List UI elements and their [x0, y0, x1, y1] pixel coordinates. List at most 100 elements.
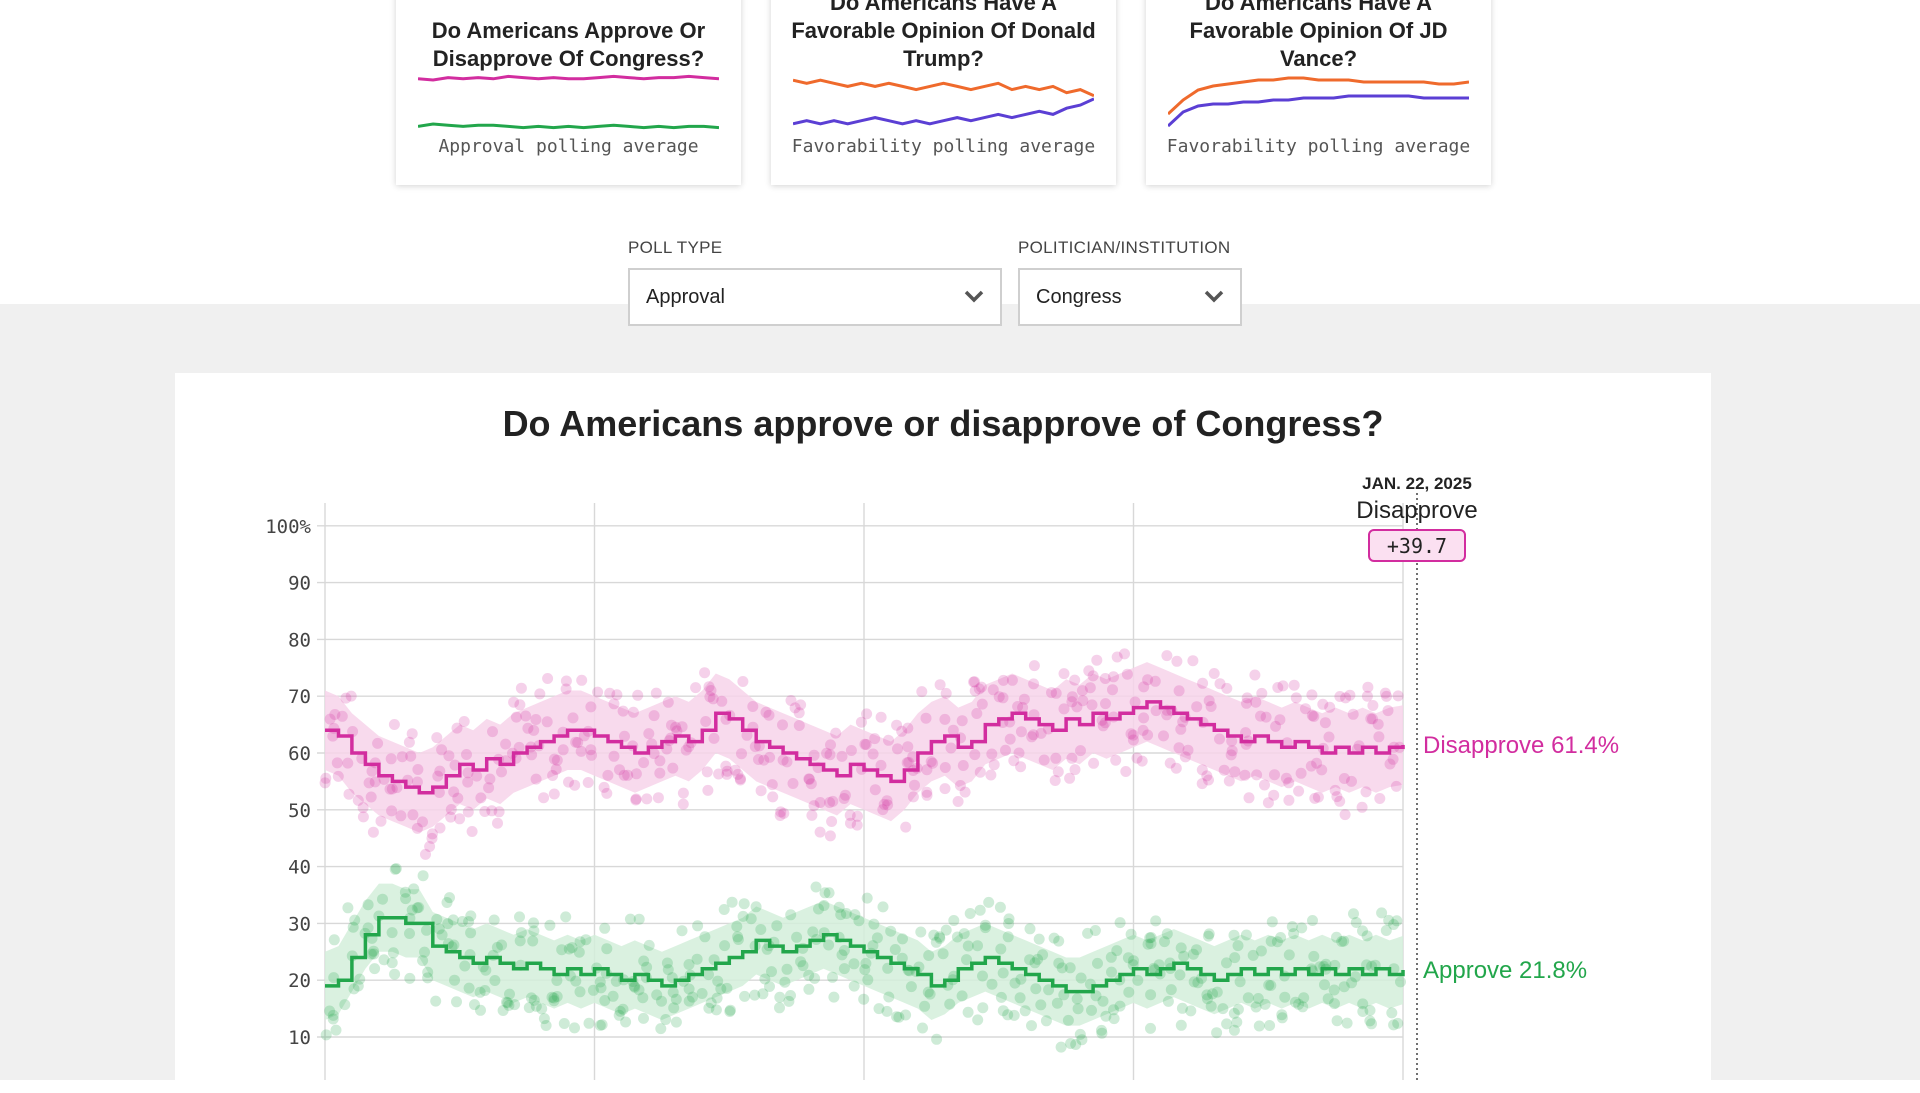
disapprove-poll-dot — [777, 719, 788, 731]
approve-poll-dot — [1228, 929, 1240, 941]
card-title: Do Americans Have A Favorable Opinion Of… — [1189, 0, 1448, 71]
card-trump[interactable]: Do Americans Have A Favorable Opinion Of… — [771, 0, 1116, 185]
approve-poll-dot — [504, 988, 515, 1000]
disapprove-poll-dot — [830, 727, 842, 739]
disapprove-poll-dot — [551, 754, 563, 766]
approve-poll-dot — [548, 992, 560, 1004]
approve-poll-dot — [1331, 1015, 1343, 1027]
approve-poll-dot — [1202, 930, 1214, 942]
approve-poll-dot — [738, 898, 750, 910]
approve-poll-dot — [1279, 991, 1291, 1003]
approve-poll-dot — [349, 914, 361, 926]
disapprove-poll-dot — [1241, 697, 1252, 709]
disapprove-poll-dot — [648, 710, 660, 722]
approve-poll-dot — [1341, 1017, 1353, 1029]
approve-poll-dot — [699, 931, 711, 943]
disapprove-poll-dot — [1015, 726, 1027, 738]
disapprove-poll-dot — [342, 757, 354, 769]
card-congress[interactable]: Do Americans Approve Or Disapprove Of Co… — [396, 0, 741, 185]
card-vance[interactable]: Do Americans Have A Favorable Opinion Of… — [1146, 0, 1491, 185]
disapprove-poll-dot — [483, 782, 495, 794]
disapprove-poll-dot — [986, 748, 998, 760]
disapprove-poll-dot — [1110, 754, 1122, 766]
disapprove-poll-dot — [424, 841, 436, 852]
approve-poll-dot — [1111, 945, 1123, 957]
card-title: Do Americans Have A Favorable Opinion Of… — [791, 0, 1096, 71]
disapprove-poll-dot — [567, 712, 579, 724]
approve-poll-dot — [1150, 915, 1162, 927]
disapprove-poll-dot — [845, 745, 857, 756]
disapprove-poll-dot — [1137, 724, 1149, 736]
approve-poll-dot — [1259, 998, 1271, 1010]
y-tick-label: 50 — [288, 800, 311, 822]
disapprove-poll-dot — [1331, 791, 1343, 803]
disapprove-poll-dot — [987, 684, 999, 696]
disapprove-poll-dot — [332, 770, 344, 782]
disapprove-poll-dot — [920, 712, 932, 724]
approve-poll-dot — [463, 916, 475, 928]
approve-poll-dot — [601, 943, 613, 955]
poll-type-select[interactable]: Approval — [628, 268, 1002, 326]
disapprove-poll-dot — [902, 741, 914, 753]
disapprove-poll-dot — [806, 809, 818, 821]
disapprove-poll-dot — [902, 722, 914, 734]
disapprove-poll-dot — [690, 682, 702, 694]
approve-poll-dot — [683, 983, 695, 995]
approve-poll-dot — [1125, 928, 1137, 940]
approve-poll-dot — [861, 892, 873, 904]
disapprove-poll-dot — [1058, 668, 1070, 680]
approve-poll-dot — [781, 963, 793, 975]
disapprove-poll-dot — [654, 767, 666, 779]
disapprove-poll-dot — [1373, 731, 1385, 743]
approve-poll-dot — [536, 1003, 548, 1015]
disapprove-poll-dot — [721, 765, 733, 777]
disapprove-poll-dot — [365, 791, 377, 803]
disapprove-poll-dot — [1066, 691, 1078, 703]
approve-poll-dot — [923, 950, 935, 961]
approval-chart[interactable]: 10 20 30 40 50 60 70 80 90 100% JAN. 22, 2025 Disap… — [175, 373, 1711, 1080]
sparkline-series-1 — [1168, 76, 1469, 116]
approve-poll-dot — [838, 963, 850, 975]
approve-poll-dot — [1097, 995, 1109, 1007]
disapprove-poll-dot — [677, 787, 689, 799]
approve-poll-dot — [436, 929, 448, 941]
disapprove-poll-dot — [462, 806, 474, 818]
card-caption: Favorability polling average — [1166, 136, 1471, 157]
disapprove-poll-dot — [1344, 689, 1356, 701]
disapprove-poll-dot — [1203, 695, 1215, 707]
approve-poll-dot — [328, 934, 340, 946]
approve-poll-dot — [1106, 966, 1117, 978]
politician-select[interactable]: Congress — [1018, 268, 1242, 326]
disapprove-poll-dot — [515, 682, 527, 694]
approve-poll-dot — [755, 924, 767, 935]
disapprove-poll-dot — [1164, 757, 1176, 769]
disapprove-poll-dot — [1083, 665, 1095, 677]
sparkline-series-2 — [793, 97, 1094, 126]
disapprove-poll-dot — [869, 733, 881, 745]
approve-poll-dot — [934, 931, 946, 943]
disapprove-poll-dot — [538, 792, 550, 804]
approve-poll-dot — [919, 1000, 931, 1012]
disapprove-poll-dot — [667, 762, 679, 774]
approve-poll-dot — [540, 1020, 552, 1031]
disapprove-poll-dot — [466, 826, 478, 837]
disapprove-poll-dot — [557, 744, 569, 756]
disapprove-poll-dot — [367, 826, 379, 838]
approve-poll-dot — [1096, 1027, 1108, 1039]
approve-poll-dot — [922, 986, 934, 998]
disapprove-poll-dot — [1392, 690, 1404, 702]
approve-poll-dot — [823, 887, 835, 899]
approve-poll-dot — [779, 976, 791, 988]
disapprove-poll-dot — [1050, 752, 1062, 764]
approve-poll-dot — [643, 939, 655, 951]
disapprove-poll-dot — [493, 806, 505, 818]
approve-poll-dot — [964, 908, 976, 919]
disapprove-poll-dot — [716, 695, 728, 707]
disapprove-poll-dot — [974, 766, 986, 778]
approve-poll-dot — [1075, 972, 1087, 984]
approve-poll-dot — [1338, 935, 1350, 947]
disapprove-poll-dot — [451, 722, 463, 734]
y-tick-label: 60 — [288, 743, 311, 765]
approve-poll-dot — [692, 920, 704, 932]
approve-poll-dot — [1132, 974, 1144, 986]
